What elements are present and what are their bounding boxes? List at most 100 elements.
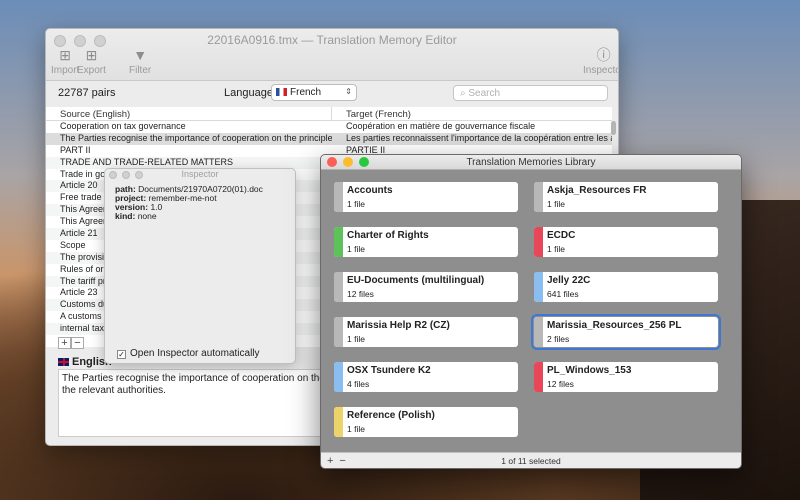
memory-name: Reference (Polish): [347, 410, 435, 421]
kind-value: none: [137, 211, 157, 221]
memory-name: Marissia_Resources_256 PL: [547, 320, 682, 331]
kind-row: kind: none: [115, 211, 157, 221]
color-tag: [334, 227, 343, 257]
export-button[interactable]: ⊞ Export: [77, 47, 106, 76]
selection-status: 1 of 11 selected: [501, 456, 561, 466]
color-tag: [334, 362, 343, 392]
source-cell: PART II: [60, 144, 91, 155]
library-footer: +− 1 of 11 selected: [321, 452, 741, 468]
memory-card[interactable]: PL_Windows_153 12 files: [534, 362, 718, 392]
color-tag: [534, 362, 543, 392]
memory-name: PL_Windows_153: [547, 365, 632, 376]
color-tag: [334, 317, 343, 347]
info-icon: ⓘ: [596, 47, 611, 63]
inspector-titlebar: Inspector: [105, 169, 295, 182]
memory-name: Accounts: [347, 185, 393, 196]
memory-name: Charter of Rights: [347, 230, 429, 241]
memory-card[interactable]: ECDC 1 file: [534, 227, 718, 257]
library-title: Translation Memories Library: [466, 157, 596, 168]
memory-file-count: 641 files: [547, 289, 579, 299]
library-window-controls: [327, 157, 369, 167]
table-row[interactable]: Cooperation on tax governance Coopération…: [46, 121, 612, 133]
open-inspector-checkbox[interactable]: ✓ Open Inspector automatically: [117, 348, 260, 359]
memory-card[interactable]: EU-Documents (multilingual) 12 files: [334, 272, 518, 302]
inspector-controls: [109, 171, 143, 179]
import-button[interactable]: ⊞ Import: [51, 47, 79, 76]
memory-file-count: 4 files: [347, 379, 370, 389]
memory-card[interactable]: Charter of Rights 1 file: [334, 227, 518, 257]
target-cell: Les parties reconnaissent l'importance d…: [346, 132, 612, 143]
library-zoom-button[interactable]: [359, 157, 369, 167]
scrollbar-thumb[interactable]: [611, 121, 616, 135]
french-flag-icon: [276, 88, 287, 97]
memory-file-count: 1 file: [347, 424, 365, 434]
import-icon: ⊞: [59, 47, 72, 63]
window-title: 22016A0916.tmx — Translation Memory Edit…: [207, 33, 457, 47]
memory-card[interactable]: Marissia_Resources_256 PL 2 files: [531, 314, 721, 350]
inspector-title: Inspector: [181, 169, 219, 179]
memory-file-count: 1 file: [547, 199, 565, 209]
library-titlebar: Translation Memories Library: [321, 155, 741, 170]
search-input[interactable]: ⌕ Search: [453, 85, 608, 101]
chevron-updown-icon: ⇕: [345, 87, 352, 96]
inspector-label: Inspector: [583, 65, 618, 76]
filter-button[interactable]: ▼ Filter: [129, 47, 151, 76]
memory-card[interactable]: Askja_Resources FR 1 file: [534, 182, 718, 212]
language-select[interactable]: French ⇕: [271, 84, 357, 101]
source-cell: The Parties recognise the importance of …: [60, 132, 332, 143]
source-cell: Cooperation on tax governance: [60, 121, 186, 131]
remove-button[interactable]: −: [71, 337, 84, 349]
add-button[interactable]: +: [58, 337, 71, 349]
column-target[interactable]: Target (French): [332, 107, 425, 120]
library-minimize-button[interactable]: [343, 157, 353, 167]
inspector-button[interactable]: ⓘ Inspector: [583, 47, 618, 76]
color-tag: [334, 407, 343, 437]
memory-file-count: 1 file: [347, 244, 365, 254]
memory-name: Askja_Resources FR: [547, 185, 647, 196]
memory-card[interactable]: Jelly 22C 641 files: [534, 272, 718, 302]
memory-file-count: 12 files: [347, 289, 374, 299]
pairs-count: 22787 pairs: [58, 87, 116, 99]
color-tag: [334, 182, 343, 212]
export-icon: ⊞: [85, 47, 98, 63]
language-value: French: [290, 87, 322, 98]
memory-file-count: 1 file: [347, 199, 365, 209]
column-source[interactable]: Source (English): [46, 107, 332, 120]
inspector-zoom-button[interactable]: [135, 171, 143, 179]
search-placeholder: Search: [468, 88, 501, 99]
library-close-button[interactable]: [327, 157, 337, 167]
source-cell: TRADE AND TRADE-RELATED MATTERS: [60, 156, 234, 167]
export-label: Export: [77, 65, 106, 76]
memory-card[interactable]: Reference (Polish) 1 file: [334, 407, 518, 437]
editor-titlebar: 22016A0916.tmx — Translation Memory Edit…: [46, 29, 618, 81]
library-window: Translation Memories Library Accounts 1 f…: [320, 154, 742, 469]
checkmark-icon: ✓: [117, 350, 126, 359]
target-cell: Coopération en matière de gouvernance fi…: [346, 121, 536, 131]
table-row[interactable]: The Parties recognise the importance of …: [46, 132, 612, 145]
memory-name: Jelly 22C: [547, 275, 591, 286]
info-bar: 22787 pairs Language: French ⇕ ⌕ Search: [46, 81, 618, 107]
uk-flag-icon: [58, 358, 69, 367]
add-remove-controls: + −: [58, 337, 84, 349]
memory-card[interactable]: OSX Tsundere K2 4 files: [334, 362, 518, 392]
checkbox-label: Open Inspector automatically: [130, 348, 260, 359]
color-tag: [534, 227, 543, 257]
memory-name: ECDC: [547, 230, 576, 241]
table-header: Source (English) Target (French): [46, 107, 612, 121]
inspector-close-button[interactable]: [109, 171, 117, 179]
color-tag: [534, 182, 543, 212]
memory-file-count: 12 files: [547, 379, 574, 389]
memory-card[interactable]: Accounts 1 file: [334, 182, 518, 212]
memory-card[interactable]: Marissia Help R2 (CZ) 1 file: [334, 317, 518, 347]
import-label: Import: [51, 65, 80, 76]
inspector-minimize-button[interactable]: [122, 171, 130, 179]
language-label: Language:: [224, 87, 276, 99]
memory-file-count: 1 file: [547, 244, 565, 254]
color-tag: [334, 272, 343, 302]
inspector-panel: Inspector path: Documents/21970A0720(01)…: [104, 168, 296, 364]
memory-name: EU-Documents (multilingual): [347, 275, 485, 286]
color-tag: [534, 317, 543, 347]
memory-file-count: 2 files: [547, 334, 570, 344]
memory-name: OSX Tsundere K2: [347, 365, 431, 376]
inspector-metadata: path: Documents/21970A0720(01).doc proje…: [105, 182, 295, 224]
